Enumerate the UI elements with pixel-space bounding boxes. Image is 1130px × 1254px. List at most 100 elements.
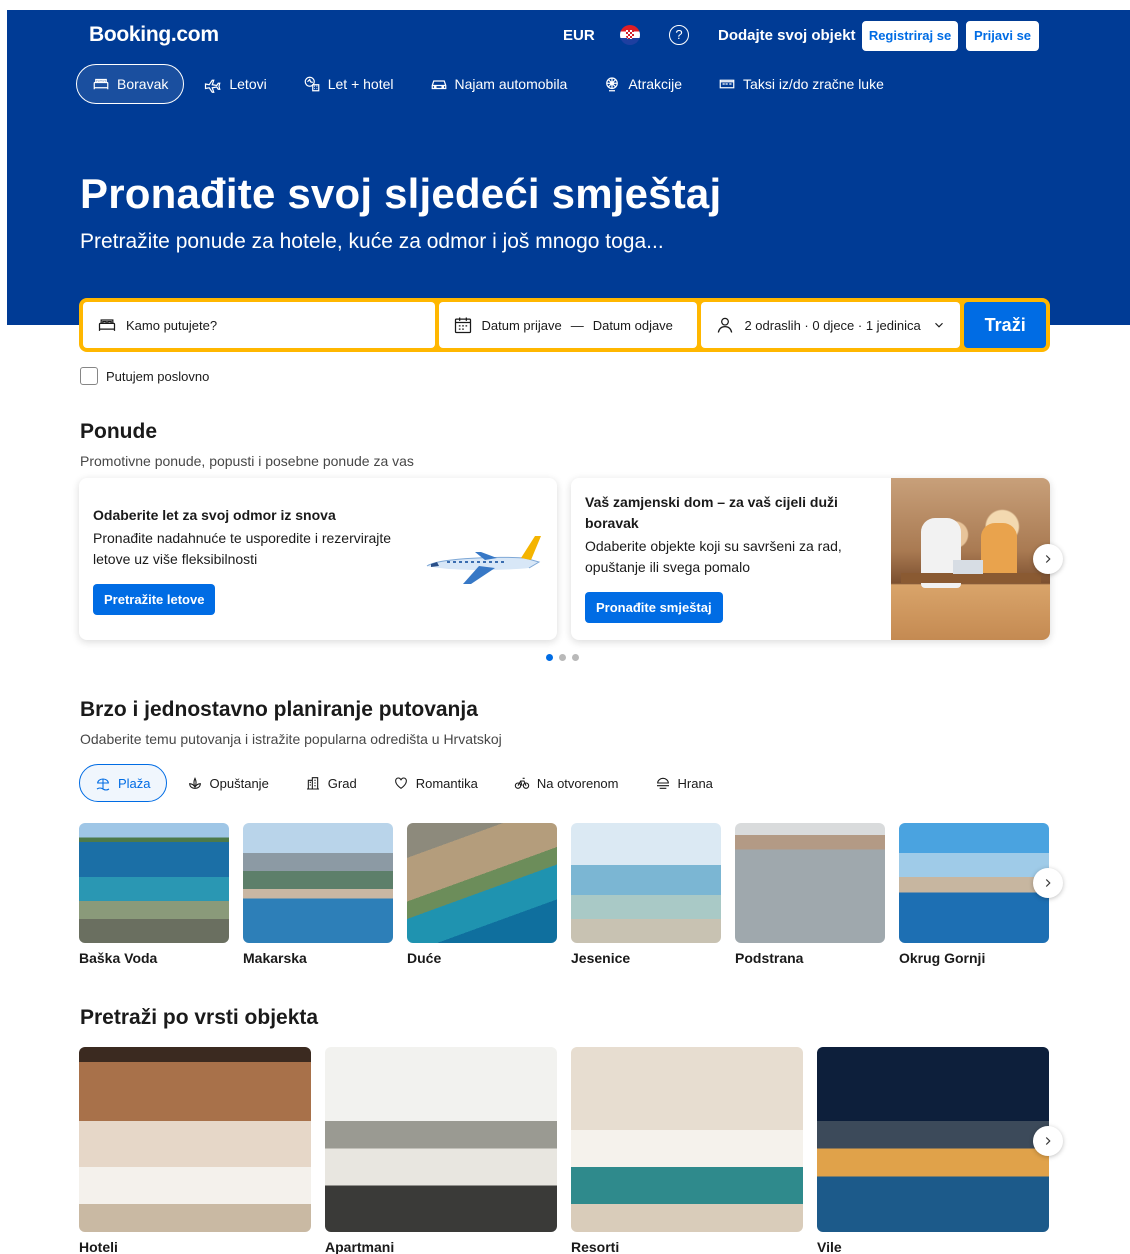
booking-logo[interactable]: Booking.com (89, 23, 219, 47)
property-type-card[interactable]: Hoteli (79, 1047, 311, 1254)
chip-relax[interactable]: Opuštanje (171, 764, 285, 802)
hero-subtitle: Pretražite ponude za hotele, kuće za odm… (80, 230, 664, 253)
chevron-right-icon (1045, 879, 1051, 887)
destination-photo (407, 823, 557, 943)
destination-photo (735, 823, 885, 943)
offer-card-text: Odaberite objekte koji su savršeni za ra… (585, 538, 842, 575)
taxi-icon (719, 79, 735, 89)
property-type-photo (79, 1047, 311, 1232)
nav-tab-flight-hotel[interactable]: Let + hotel (287, 64, 410, 104)
destinations-next-button[interactable] (1033, 868, 1063, 898)
chevron-right-icon (1045, 555, 1051, 563)
chip-label: Na otvorenom (536, 775, 619, 791)
language-flag-icon[interactable] (620, 25, 640, 45)
destination-name: Baška Voda (79, 950, 158, 966)
destination-card[interactable]: Okrug Gornji (899, 823, 1049, 966)
business-travel-checkbox[interactable] (80, 367, 98, 385)
offer-card-text: Pronađite nadahnuće te usporedite i reze… (93, 530, 392, 567)
nav-tab-airport-taxi[interactable]: Taksi iz/do zračne luke (702, 64, 900, 104)
offer-card-title: Vaš zamjenski dom – za vaš cijeli duži b… (585, 494, 838, 531)
checkin-label: Datum prijave (481, 317, 562, 333)
chip-label: Romantika (415, 775, 478, 791)
person-icon (718, 317, 733, 333)
heart-icon (394, 777, 407, 789)
attractions-icon (606, 77, 619, 92)
offer-card-title: Odaberite let za svoj odmor iz snova (93, 507, 336, 523)
carousel-dot[interactable] (559, 654, 566, 661)
find-stay-button[interactable]: Pronađite smještaj (585, 592, 723, 623)
property-type-card[interactable]: Resorti (571, 1047, 803, 1254)
search-button[interactable]: Traži (964, 302, 1046, 348)
nav-label: Let + hotel (327, 76, 394, 92)
chip-label: Plaža (118, 775, 151, 791)
chip-romance[interactable]: Romantika (377, 764, 494, 802)
offers-title: Ponude (80, 420, 157, 443)
bed-icon (98, 319, 116, 331)
plane-icon (205, 79, 221, 93)
date-separator: — (570, 317, 584, 333)
login-button[interactable]: Prijavi se (966, 21, 1039, 51)
hero-header: Booking.com EUR ? Dodajte svoj objekt Re… (7, 10, 1130, 325)
destination-photo (899, 823, 1049, 943)
destination-card[interactable]: Makarska (243, 823, 393, 966)
property-type-photo (325, 1047, 557, 1232)
list-property-link[interactable]: Dodajte svoj objekt (718, 27, 856, 44)
offer-card-longstay[interactable]: Vaš zamjenski dom – za vaš cijeli duži b… (571, 478, 1050, 640)
offers-next-button[interactable] (1033, 544, 1063, 574)
carousel-dot[interactable] (572, 654, 579, 661)
property-types-next-button[interactable] (1033, 1126, 1063, 1156)
destination-name: Makarska (243, 950, 307, 966)
nav-label: Najam automobila (454, 76, 568, 92)
chip-beach[interactable]: Plaža (79, 764, 167, 802)
chevron-right-icon (1045, 1137, 1051, 1145)
property-types-title: Pretraži po vrsti objekta (80, 1006, 319, 1029)
property-type-name: Hoteli (79, 1239, 118, 1254)
destination-card[interactable]: Podstrana (735, 823, 885, 966)
planning-title: Brzo i jednostavno planiranje putovanja (80, 698, 478, 721)
business-travel-option[interactable]: Putujem poslovno (80, 367, 209, 385)
register-button[interactable]: Registriraj se (862, 21, 958, 51)
chip-label: Opuštanje (209, 775, 269, 791)
destination-card[interactable]: Jesenice (571, 823, 721, 966)
car-icon (431, 80, 446, 90)
product-nav: Boravak Letovi Let + hotel Najam automob… (76, 64, 904, 104)
property-type-card[interactable]: Vile (817, 1047, 1049, 1254)
relax-icon (188, 777, 201, 789)
bed-icon (93, 78, 109, 90)
nav-tab-flights[interactable]: Letovi (188, 64, 282, 104)
chip-outdoors[interactable]: Na otvorenom (498, 764, 635, 802)
checkout-label: Datum odjave (592, 317, 673, 333)
property-type-name: Resorti (571, 1239, 620, 1254)
date-range-field[interactable]: Datum prijave — Datum odjave (438, 302, 698, 348)
plane-hotel-icon (304, 76, 320, 92)
currency-selector[interactable]: EUR (563, 27, 595, 44)
chip-food[interactable]: Hrana (639, 764, 729, 802)
guests-field[interactable]: 2 odraslih · 0 djece · 1 jedinica (701, 302, 961, 348)
destination-photo (243, 823, 393, 943)
destination-photo (571, 823, 721, 943)
destination-card[interactable]: Duće (407, 823, 557, 966)
nav-tab-stays[interactable]: Boravak (76, 64, 185, 104)
destination-field[interactable]: Kamo putujete? (83, 302, 435, 348)
business-travel-label: Putujem poslovno (106, 368, 210, 384)
nav-label: Taksi iz/do zračne luke (743, 76, 884, 92)
destination-photo (79, 823, 229, 943)
property-type-card[interactable]: Apartmani (325, 1047, 557, 1254)
offer-card-flights[interactable]: Odaberite let za svoj odmor iz snova Pro… (79, 478, 557, 640)
destination-card[interactable]: Baška Voda (79, 823, 229, 966)
offer-photo-people-working (891, 478, 1050, 640)
search-flights-button[interactable]: Pretražite letove (93, 584, 216, 615)
chip-label: Grad (327, 775, 357, 791)
guests-summary: 2 odraslih · 0 djece · 1 jedinica (744, 317, 921, 333)
carousel-dot[interactable] (546, 654, 553, 661)
destination-name: Jesenice (571, 950, 631, 966)
nav-tab-car-rental[interactable]: Najam automobila (414, 64, 584, 104)
help-icon[interactable]: ? (669, 25, 689, 45)
hero-title: Pronađite svoj sljedeći smještaj (80, 170, 722, 217)
nav-label: Boravak (117, 76, 169, 92)
search-bar: Kamo putujete? Datum prijave — Datum odj… (79, 298, 1050, 352)
destination-name: Duće (407, 950, 442, 966)
nav-tab-attractions[interactable]: Atrakcije (587, 64, 698, 104)
beach-icon (96, 778, 110, 791)
chip-city[interactable]: Grad (289, 764, 373, 802)
